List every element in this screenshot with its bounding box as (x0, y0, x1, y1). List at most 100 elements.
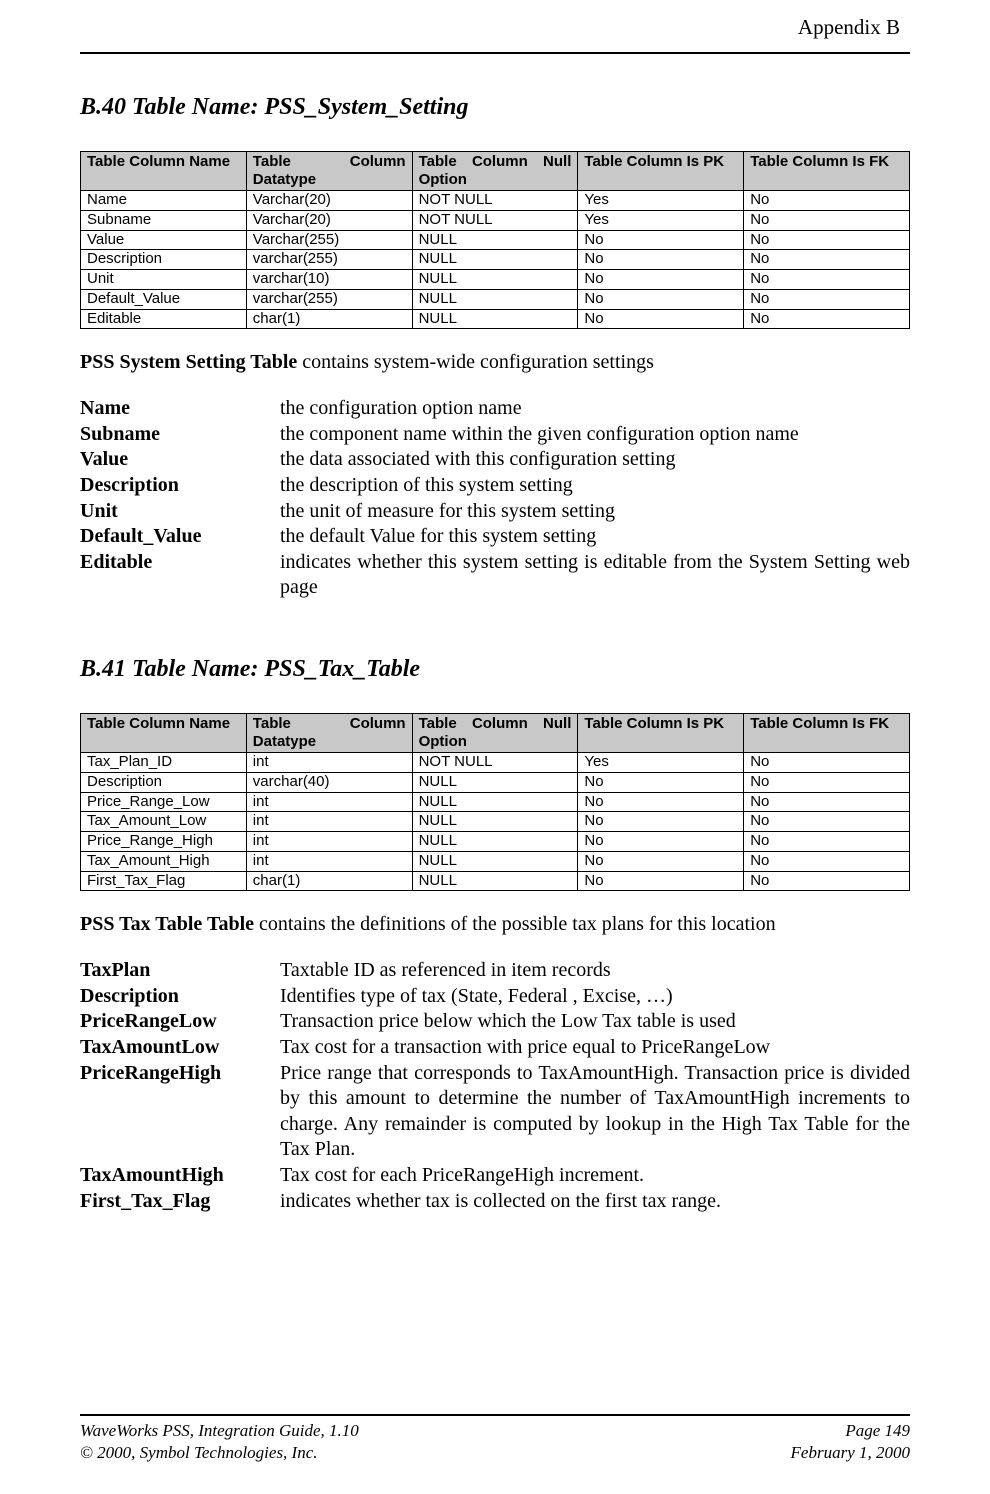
definition-desc: Price range that corresponds to TaxAmoun… (280, 1061, 910, 1163)
table-cell: char(1) (246, 871, 412, 891)
table-cell: Unit (81, 270, 247, 290)
definition-row: TaxAmountLowTax cost for a transaction w… (80, 1035, 910, 1061)
table-cell: int (246, 851, 412, 871)
table-cell: No (744, 191, 910, 211)
table-header-row: Table Column Name TableColumn Datatype T… (81, 152, 910, 191)
table-row: Price_Range_HighintNULLNoNo (81, 832, 910, 852)
definition-desc: the unit of measure for this system sett… (280, 499, 910, 525)
table-cell: varchar(255) (246, 250, 412, 270)
definition-term: PriceRangeLow (80, 1009, 280, 1035)
definition-row: PriceRangeHighPrice range that correspon… (80, 1061, 910, 1163)
definition-desc: Taxtable ID as referenced in item record… (280, 958, 910, 984)
table-cell: NULL (412, 250, 578, 270)
table-cell: NULL (412, 792, 578, 812)
definition-row: First_Tax_Flagindicates whether tax is c… (80, 1189, 910, 1215)
section-heading-b40: B.40 Table Name: PSS_System_Setting (80, 94, 910, 121)
table-cell: Tax_Amount_High (81, 851, 247, 871)
table-cell: Description (81, 250, 247, 270)
table-cell: varchar(40) (246, 772, 412, 792)
table-cell: varchar(255) (246, 289, 412, 309)
table-cell: No (744, 270, 910, 290)
definition-desc: the default Value for this system settin… (280, 524, 910, 550)
definition-term: TaxPlan (80, 958, 280, 984)
definition-term: Unit (80, 499, 280, 525)
table-cell: No (744, 210, 910, 230)
page-footer: WaveWorks PSS, Integration Guide, 1.10 P… (80, 1414, 910, 1464)
definition-desc: indicates whether tax is collected on th… (280, 1189, 910, 1215)
table-cell: No (578, 270, 744, 290)
th-column-datatype: TableColumn Datatype (246, 152, 412, 191)
table-cell: int (246, 832, 412, 852)
definition-term: Editable (80, 550, 280, 576)
definition-row: DescriptionIdentifies type of tax (State… (80, 984, 910, 1010)
table-cell: No (744, 230, 910, 250)
table-cell: int (246, 812, 412, 832)
table-cell: Price_Range_Low (81, 792, 247, 812)
definition-desc: the configuration option name (280, 396, 910, 422)
table-row: Unitvarchar(10)NULLNoNo (81, 270, 910, 290)
definition-row: Valuethe data associated with this confi… (80, 447, 910, 473)
table-row: Tax_Plan_IDintNOT NULLYesNo (81, 753, 910, 773)
definition-desc: the data associated with this configurat… (280, 447, 910, 473)
table-cell: NULL (412, 230, 578, 250)
table-cell: Yes (578, 191, 744, 211)
th-column-fk: Table Column Is FK (744, 152, 910, 191)
table-cell: Varchar(255) (246, 230, 412, 250)
summary-text: contains the definitions of the possible… (254, 913, 776, 935)
table-cell: Subname (81, 210, 247, 230)
definition-term: Value (80, 447, 280, 473)
table-cell: NULL (412, 289, 578, 309)
table-row: SubnameVarchar(20)NOT NULLYesNo (81, 210, 910, 230)
table-cell: Editable (81, 309, 247, 329)
table-cell: No (578, 871, 744, 891)
definition-row: PriceRangeLowTransaction price below whi… (80, 1009, 910, 1035)
table-header-row: Table Column Name TableColumn Datatype T… (81, 714, 910, 753)
table-row: Price_Range_LowintNULLNoNo (81, 792, 910, 812)
definition-term: Description (80, 984, 280, 1010)
definition-row: TaxPlanTaxtable ID as referenced in item… (80, 958, 910, 984)
section-heading-b41: B.41 Table Name: PSS_Tax_Table (80, 656, 910, 683)
definition-term: Subname (80, 422, 280, 448)
table-cell: Name (81, 191, 247, 211)
definition-term: PriceRangeHigh (80, 1061, 280, 1087)
definition-term: Default_Value (80, 524, 280, 550)
table-row: Default_Valuevarchar(255)NULLNoNo (81, 289, 910, 309)
table-cell: Description (81, 772, 247, 792)
table-b40: Table Column Name TableColumn Datatype T… (80, 151, 910, 329)
definition-desc: Identifies type of tax (State, Federal ,… (280, 984, 910, 1010)
table-cell: NULL (412, 832, 578, 852)
table-cell: No (578, 812, 744, 832)
definitions-b40: Namethe configuration option nameSubname… (80, 396, 910, 601)
table-cell: NULL (412, 270, 578, 290)
definition-desc: Tax cost for each PriceRangeHigh increme… (280, 1163, 910, 1189)
table-row: Tax_Amount_HighintNULLNoNo (81, 851, 910, 871)
table-cell: No (744, 812, 910, 832)
th-column-fk: Table Column Is FK (744, 714, 910, 753)
definition-term: First_Tax_Flag (80, 1189, 280, 1215)
definition-desc: Transaction price below which the Low Ta… (280, 1009, 910, 1035)
summary-b41: PSS Tax Table Table contains the definit… (80, 913, 910, 936)
table-cell: int (246, 792, 412, 812)
th-column-datatype: TableColumn Datatype (246, 714, 412, 753)
footer-left-1: WaveWorks PSS, Integration Guide, 1.10 (80, 1420, 359, 1442)
table-cell: Yes (578, 210, 744, 230)
table-cell: NULL (412, 871, 578, 891)
table-cell: char(1) (246, 309, 412, 329)
table-cell: NULL (412, 772, 578, 792)
table-cell: No (744, 753, 910, 773)
table-cell: Varchar(20) (246, 210, 412, 230)
table-cell: No (744, 832, 910, 852)
table-cell: No (578, 250, 744, 270)
th-column-pk: Table Column Is PK (578, 714, 744, 753)
footer-right-1: Page 149 (845, 1420, 910, 1442)
table-row: First_Tax_Flagchar(1)NULLNoNo (81, 871, 910, 891)
footer-right-2: February 1, 2000 (791, 1442, 910, 1464)
table-row: Descriptionvarchar(40)NULLNoNo (81, 772, 910, 792)
table-cell: No (578, 230, 744, 250)
definition-term: TaxAmountLow (80, 1035, 280, 1061)
definitions-b41: TaxPlanTaxtable ID as referenced in item… (80, 958, 910, 1214)
table-cell: int (246, 753, 412, 773)
definition-desc: the description of this system setting (280, 473, 910, 499)
table-cell: No (578, 772, 744, 792)
table-row: Descriptionvarchar(255)NULLNoNo (81, 250, 910, 270)
